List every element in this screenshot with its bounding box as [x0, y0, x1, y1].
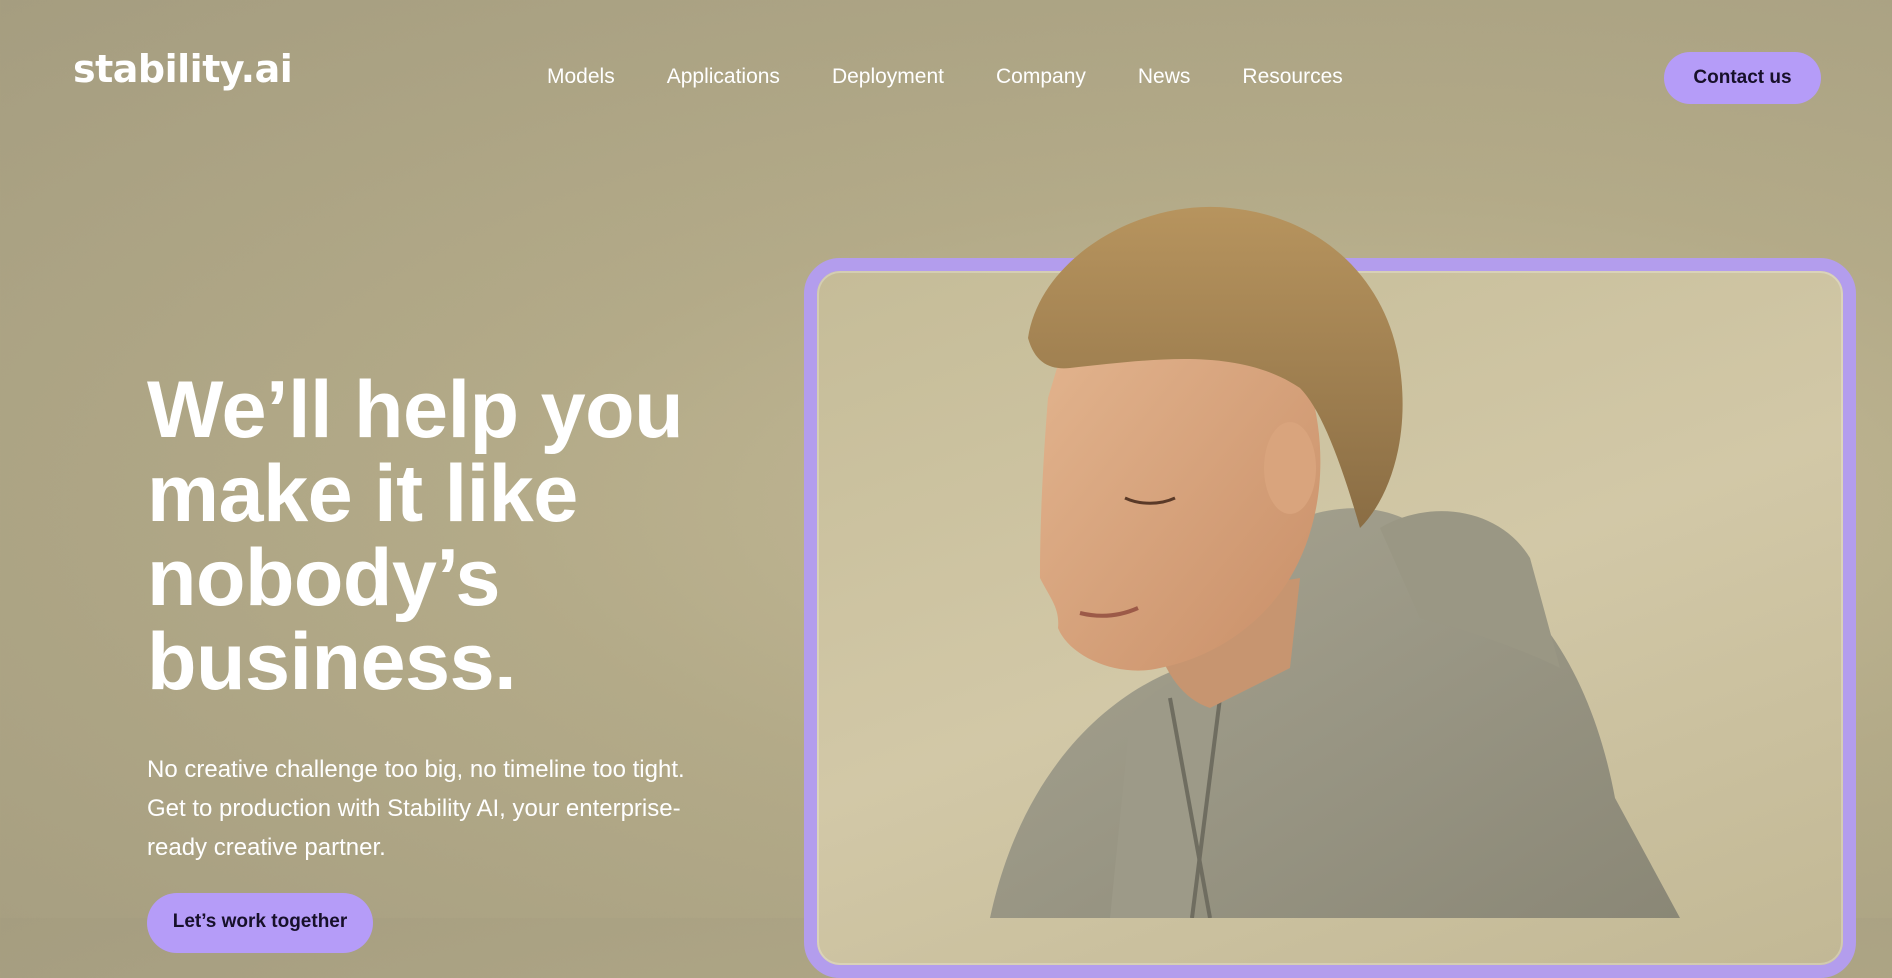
person-portrait-image: [990, 206, 1680, 918]
contact-us-button[interactable]: Contact us: [1664, 52, 1821, 104]
nav-item-resources[interactable]: Resources: [1242, 64, 1342, 90]
nav-item-applications[interactable]: Applications: [667, 64, 780, 90]
hero-headline: We’ll help you make it like nobody’s bus…: [147, 365, 684, 707]
nav-item-deployment[interactable]: Deployment: [832, 64, 944, 90]
main-menu: Models Applications Deployment Company N…: [547, 64, 1395, 90]
stability-logo[interactable]: stability.ai: [73, 50, 293, 88]
nav-item-news[interactable]: News: [1138, 64, 1191, 90]
work-together-button[interactable]: Let’s work together: [147, 893, 373, 953]
nav-item-models[interactable]: Models: [547, 64, 615, 90]
page: stability.ai Models Applications Deploym…: [0, 0, 1892, 978]
hero-subtext: No creative challenge too big, no timeli…: [147, 756, 685, 861]
nav-item-company[interactable]: Company: [996, 64, 1086, 90]
top-nav: stability.ai Models Applications Deploym…: [0, 0, 1892, 155]
